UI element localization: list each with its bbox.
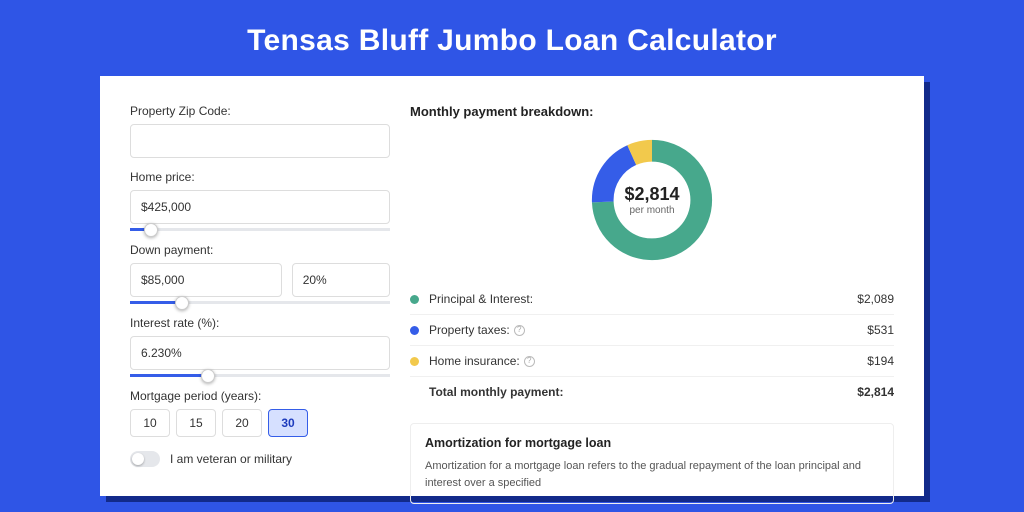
legend-row-ins: Home insurance:?$194 xyxy=(410,345,894,376)
calculator-card: Property Zip Code: Home price: Down paym… xyxy=(100,76,924,496)
donut-amount: $2,814 xyxy=(624,184,679,205)
legend-value: $194 xyxy=(867,354,894,368)
legend-label: Home insurance:? xyxy=(429,354,867,368)
legend-dot-icon xyxy=(410,357,419,366)
donut-center: $2,814 per month xyxy=(587,135,717,265)
legend-label: Property taxes:? xyxy=(429,323,867,337)
mortgage-period-15[interactable]: 15 xyxy=(176,409,216,437)
mortgage-period-10[interactable]: 10 xyxy=(130,409,170,437)
down-payment-amount-input[interactable] xyxy=(130,263,282,297)
veteran-toggle[interactable] xyxy=(130,451,160,467)
legend-total-value: $2,814 xyxy=(857,385,894,399)
donut-chart: $2,814 per month xyxy=(410,127,894,283)
legend-dot-icon xyxy=(410,295,419,304)
legend-row-pi: Principal & Interest:$2,089 xyxy=(410,283,894,314)
slider-thumb-icon[interactable] xyxy=(144,223,158,237)
interest-rate-label: Interest rate (%): xyxy=(130,316,390,330)
veteran-field: I am veteran or military xyxy=(130,451,390,467)
legend-label: Principal & Interest: xyxy=(429,292,857,306)
zip-field: Property Zip Code: xyxy=(130,104,390,158)
down-payment-pct-input[interactable] xyxy=(292,263,390,297)
mortgage-period-label: Mortgage period (years): xyxy=(130,389,390,403)
amortization-section: Amortization for mortgage loan Amortizat… xyxy=(410,423,894,504)
amortization-title: Amortization for mortgage loan xyxy=(425,436,879,450)
breakdown-title: Monthly payment breakdown: xyxy=(410,104,894,119)
home-price-field: Home price: xyxy=(130,170,390,231)
interest-rate-slider[interactable] xyxy=(130,374,390,377)
legend-dot-icon xyxy=(410,326,419,335)
mortgage-period-20[interactable]: 20 xyxy=(222,409,262,437)
mortgage-period-30[interactable]: 30 xyxy=(268,409,308,437)
interest-rate-field: Interest rate (%): xyxy=(130,316,390,377)
home-price-label: Home price: xyxy=(130,170,390,184)
slider-thumb-icon[interactable] xyxy=(175,296,189,310)
donut-sub: per month xyxy=(629,205,674,216)
legend-row-tax: Property taxes:?$531 xyxy=(410,314,894,345)
veteran-label: I am veteran or military xyxy=(170,452,292,466)
legend-value: $531 xyxy=(867,323,894,337)
legend-value: $2,089 xyxy=(857,292,894,306)
info-icon[interactable]: ? xyxy=(524,356,535,367)
down-payment-label: Down payment: xyxy=(130,243,390,257)
info-icon[interactable]: ? xyxy=(514,325,525,336)
zip-input[interactable] xyxy=(130,124,390,158)
interest-rate-input[interactable] xyxy=(130,336,390,370)
home-price-input[interactable] xyxy=(130,190,390,224)
page-title: Tensas Bluff Jumbo Loan Calculator xyxy=(0,0,1024,76)
zip-label: Property Zip Code: xyxy=(130,104,390,118)
down-payment-slider[interactable] xyxy=(130,301,390,304)
legend-total-label: Total monthly payment: xyxy=(429,385,857,399)
home-price-slider[interactable] xyxy=(130,228,390,231)
mortgage-period-field: Mortgage period (years): 10152030 xyxy=(130,389,390,437)
legend-row-total: Total monthly payment:$2,814 xyxy=(410,376,894,407)
breakdown-legend: Principal & Interest:$2,089Property taxe… xyxy=(410,283,894,407)
breakdown-panel: Monthly payment breakdown: $2,814 per mo… xyxy=(410,104,894,496)
form-panel: Property Zip Code: Home price: Down paym… xyxy=(130,104,390,496)
amortization-text: Amortization for a mortgage loan refers … xyxy=(425,458,879,491)
slider-thumb-icon[interactable] xyxy=(201,369,215,383)
mortgage-period-options: 10152030 xyxy=(130,409,390,437)
down-payment-field: Down payment: xyxy=(130,243,390,304)
